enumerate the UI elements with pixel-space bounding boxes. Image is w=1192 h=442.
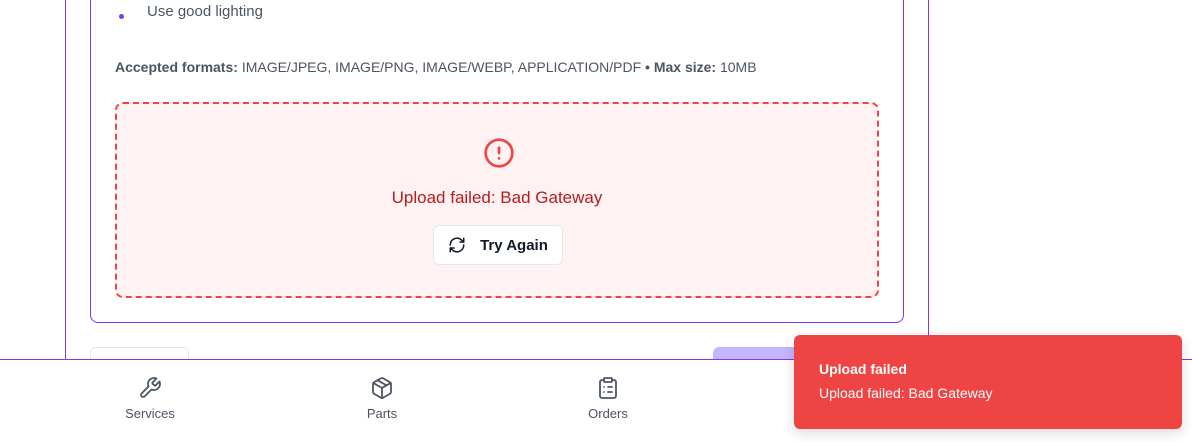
accepted-formats-value: IMAGE/JPEG, IMAGE/PNG, IMAGE/WEBP, APPLI… <box>241 59 642 75</box>
nav-item-orders[interactable]: Orders <box>548 376 668 421</box>
page: Use good lighting Accepted formats: IMAG… <box>0 0 1192 442</box>
toast-description: Upload failed: Bad Gateway <box>819 385 993 401</box>
upload-error-message: Upload failed: Bad Gateway <box>391 188 603 207</box>
try-again-button[interactable]: Try Again <box>433 225 563 265</box>
upload-dropzone[interactable]: Upload failed: Bad Gateway Try Again <box>115 102 879 298</box>
nav-item-services[interactable]: Services <box>90 376 210 421</box>
max-size-label: Max size: <box>653 59 717 75</box>
alert-circle-icon <box>484 138 514 168</box>
max-size-value: 10MB <box>719 59 757 75</box>
nav-item-parts[interactable]: Parts <box>322 376 442 421</box>
separator-dot: • <box>645 59 650 75</box>
box-icon <box>372 377 392 399</box>
clipboard-list-icon <box>599 377 617 399</box>
try-again-label: Try Again <box>480 236 548 254</box>
nav-label-orders: Orders <box>588 406 628 421</box>
toast-title: Upload failed <box>819 361 907 377</box>
error-toast[interactable]: Upload failed Upload failed: Bad Gateway <box>794 335 1182 429</box>
accepted-formats-label: Accepted formats: <box>115 59 238 75</box>
wrench-icon <box>140 377 161 398</box>
accepted-formats-info: Accepted formats: IMAGE/JPEG, IMAGE/PNG,… <box>115 59 757 75</box>
tip-text: Use good lighting <box>147 3 263 20</box>
refresh-icon <box>449 237 465 253</box>
nav-label-parts: Parts <box>366 406 398 421</box>
nav-label-services: Services <box>125 406 175 421</box>
bullet-dot <box>119 14 124 19</box>
tip-list-item: Use good lighting <box>119 3 263 20</box>
